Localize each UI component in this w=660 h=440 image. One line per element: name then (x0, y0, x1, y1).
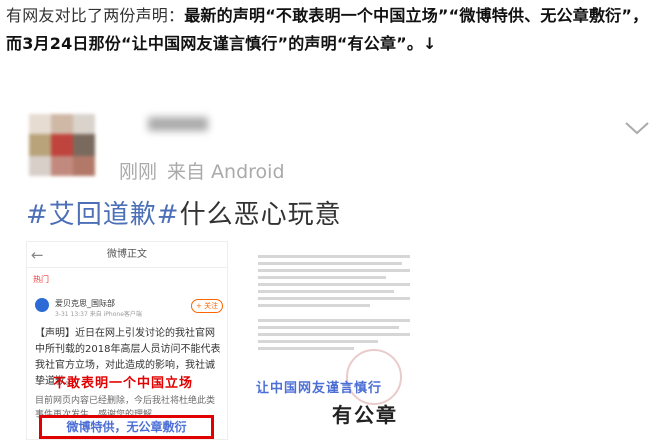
intro-paragraph: 有网友对比了两份声明：最新的声明“不敢表明一个中国立场”“微博特供、无公章敷衍”… (6, 2, 656, 58)
follow-badge: + 关注 (191, 299, 224, 313)
document-line (258, 326, 399, 329)
document-line (258, 262, 402, 265)
username-blurred[interactable] (148, 117, 208, 131)
image-nav-bar: ← 微博正文 (27, 242, 227, 268)
post-body: 什么恶心玩意 (179, 200, 342, 230)
document-line (258, 319, 410, 322)
chevron-down-icon[interactable] (624, 118, 650, 138)
post-meta: 刚刚 来自 Android (119, 157, 285, 184)
account-name: 爱贝克思_国际部 (55, 299, 115, 308)
account-time: 3-31 13:37 来自 iPhone客户端 (55, 311, 142, 318)
document-line (258, 276, 386, 279)
red-caption: 不敢表明一个中国立场 (53, 376, 194, 391)
intro-prefix: 有网友对比了两份声明： (6, 6, 185, 25)
caption-has-seal: 有公章 (332, 403, 398, 427)
account-avatar-icon (35, 298, 49, 312)
document-line (258, 283, 410, 286)
document-line (258, 269, 410, 272)
avatar[interactable] (29, 114, 95, 176)
post-source: 来自 Android (167, 161, 285, 183)
screenshot-image-left[interactable]: ← 微博正文 热门 爱贝克思_国际部 3-31 13:37 来自 iPhone客户… (26, 241, 228, 440)
hashtag-link[interactable]: #艾回道歉# (26, 200, 180, 230)
document-line (258, 340, 378, 343)
screenshot-image-right[interactable]: 让中国网友谨言慎行 有公章 (254, 241, 414, 440)
image-nav-title: 微博正文 (107, 249, 147, 260)
document-line (258, 333, 410, 336)
document-line (258, 297, 410, 300)
post-time: 刚刚 (119, 161, 158, 183)
highlight-box-caption: 微博特供，无公章敷衍 (39, 415, 214, 439)
document-line (258, 255, 410, 258)
post-text: #艾回道歉#什么恶心玩意 (26, 194, 342, 231)
back-arrow-icon: ← (31, 246, 44, 264)
document-line (258, 347, 354, 350)
document-line (258, 304, 370, 307)
caption-careful-speech: 让中国网友谨言慎行 (256, 381, 383, 396)
document-line (258, 290, 394, 293)
hot-label: 热门 (33, 275, 49, 284)
